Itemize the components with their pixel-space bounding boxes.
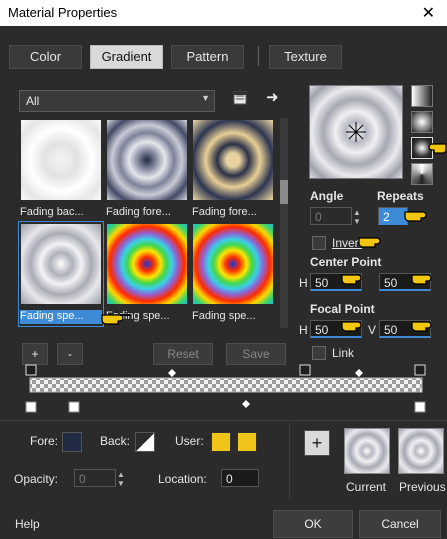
add-swatch-button[interactable]: + [304,430,330,456]
selection-outline [18,221,104,327]
title-bar: Material Properties ✕ [0,0,447,26]
focal-h-label: H [299,323,308,337]
pointing-hand-icon [341,274,362,285]
center-h-label: H [299,276,308,290]
folder-list-icon[interactable] [232,90,248,110]
previous-label: Previous [399,480,446,494]
gradient-label: Fading fore... [106,206,171,218]
pointing-hand-icon [411,321,432,332]
opacity-label: Opacity: [14,472,59,486]
pointing-hand-icon [411,274,432,285]
material-properties-dialog: Material Properties ✕ Color Gradient Pat… [0,0,447,539]
tab-color[interactable]: Color [9,45,82,69]
dialog-footer: Help OK Cancel [0,506,447,539]
chevron-down-icon: ▼ [201,93,210,103]
linear-style-button[interactable] [411,85,433,107]
spinner-icon[interactable]: ▲ ▼ [117,470,127,488]
focal-point-label: Focal Point [310,302,375,316]
spinner-icon[interactable]: ▲ ▼ [353,208,363,226]
location-input[interactable]: 0 [221,469,259,487]
link-label: Link [332,346,355,360]
current-gradient-thumb[interactable] [344,428,390,474]
back-color-swatch[interactable] [135,432,155,452]
angle-input[interactable]: 0 [310,207,352,225]
gradient-thumb[interactable] [107,224,187,304]
tab-texture[interactable]: Texture [269,45,342,69]
back-label: Back: [100,434,131,448]
tab-separator [258,46,259,66]
rectangular-style-button[interactable] [411,111,433,133]
window-title: Material Properties [8,5,118,20]
angle-label: Angle [310,189,344,203]
gradient-thumb[interactable] [193,120,273,200]
cancel-button[interactable]: Cancel [359,510,441,538]
remove-gradient-button[interactable]: - [57,343,83,365]
pointing-hand-icon [404,211,427,222]
current-label: Current [346,480,387,494]
location-label: Location: [158,472,207,486]
category-dropdown[interactable]: All ▼ [19,90,215,112]
category-value: All [26,94,40,108]
arrow-right-icon[interactable]: ➜ [266,88,279,106]
gradient-editor[interactable] [24,364,434,416]
opacity-input[interactable]: 0 [74,469,116,487]
tab-pattern[interactable]: Pattern [171,45,244,69]
link-checkbox[interactable] [312,346,326,360]
fore-label: Fore: [30,434,59,448]
gradient-label: Fading bac... [20,206,84,218]
tab-strip: Color Gradient Pattern Texture [0,26,447,84]
gradient-preview[interactable] [309,85,403,179]
gradient-label: Fading spe... [192,310,256,322]
reset-button[interactable]: Reset [153,343,213,365]
user-label: User: [175,434,204,448]
close-icon[interactable]: ✕ [422,3,435,23]
vertical-divider [289,423,290,501]
user-color-swatch-1[interactable] [211,432,231,452]
divider [0,420,447,421]
gradient-label: Fading fore... [192,206,257,218]
user-color-swatch-2[interactable] [237,432,257,452]
help-link[interactable]: Help [15,517,40,531]
sunburst-style-button[interactable] [411,163,433,185]
center-cross-icon [346,122,366,142]
gradient-thumb[interactable] [107,120,187,200]
pointing-hand-icon [341,321,362,332]
previous-gradient-thumb[interactable] [398,428,444,474]
gradient-thumb[interactable] [193,224,273,304]
save-button[interactable]: Save [226,343,286,365]
pointing-hand-icon [428,143,446,154]
pointing-hand-icon [101,314,130,325]
gallery-scrollbar[interactable] [280,118,288,328]
repeats-label: Repeats [377,189,424,203]
invert-checkbox[interactable] [312,236,326,250]
add-gradient-button[interactable]: + [22,343,48,365]
color-stop-icon [25,401,426,413]
center-point-label: Center Point [310,255,382,269]
gradient-thumb[interactable] [21,120,101,200]
opacity-stop-icon [25,364,426,376]
tab-gradient[interactable]: Gradient [90,45,163,69]
pointing-hand-icon [358,237,381,248]
fore-color-swatch[interactable] [62,432,82,452]
scrollbar-thumb[interactable] [280,180,288,204]
ok-button[interactable]: OK [273,510,353,538]
